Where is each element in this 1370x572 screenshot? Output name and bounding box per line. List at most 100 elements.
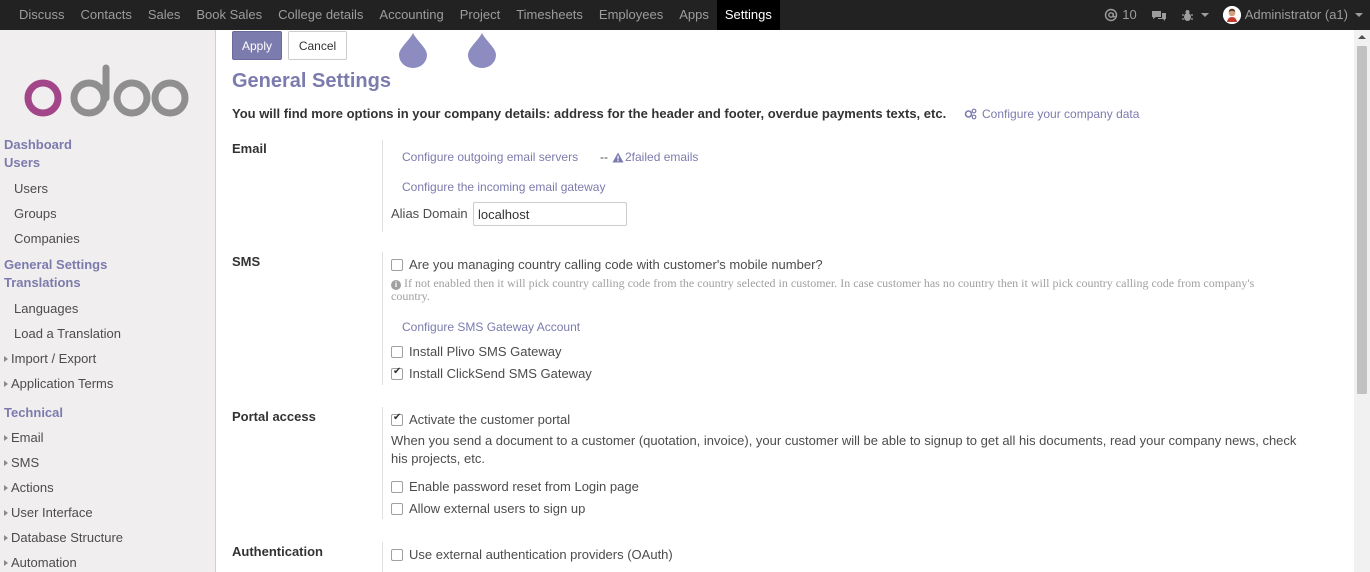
user-menu[interactable]: Administrator (a1) (1216, 0, 1370, 30)
warning-icon (612, 152, 624, 162)
scrollbar-thumb[interactable] (1357, 46, 1367, 394)
password-reset-label: Enable password reset from Login page (409, 479, 639, 494)
sidebar-section-technical[interactable]: Technical (0, 404, 215, 422)
portal-help: When you send a document to a customer (… (391, 433, 1297, 466)
bug-icon (1181, 9, 1193, 21)
vertical-scrollbar[interactable] (1354, 30, 1370, 572)
chevron-down-icon (1200, 13, 1209, 17)
caret-right-icon (4, 509, 8, 516)
avatar (1222, 6, 1241, 24)
incoming-gateway-link[interactable]: Configure the incoming email gateway (402, 180, 605, 194)
failed-emails-label: 2failed emails (625, 150, 699, 164)
mentions-button[interactable]: 10 (1097, 0, 1143, 30)
odoo-logo (24, 64, 189, 117)
alias-domain-label: Alias Domain (391, 206, 468, 221)
clicksend-option: Install ClickSend SMS Gateway (391, 366, 592, 381)
caret-right-icon (4, 559, 8, 566)
sidebar-item-automation[interactable]: Automation (0, 550, 215, 572)
sidebar-item-application-terms[interactable]: Application Terms (0, 371, 215, 396)
caret-right-icon (4, 434, 8, 441)
failed-emails-link[interactable]: 2failed emails (612, 150, 698, 164)
sidebar-item-users[interactable]: Users (0, 176, 215, 201)
portal-label: Activate the customer portal (409, 412, 571, 427)
comments-icon (1151, 10, 1166, 21)
outgoing-servers-link[interactable]: Configure outgoing email servers (402, 150, 578, 164)
sidebar-item-import-export[interactable]: Import / Export (0, 346, 215, 371)
nav-accounting[interactable]: Accounting (371, 0, 451, 30)
clicksend-label: Install ClickSend SMS Gateway (409, 366, 592, 381)
alias-domain-input[interactable] (473, 202, 627, 226)
user-name: Administrator (a1) (1244, 7, 1348, 22)
sidebar-item-email[interactable]: Email (0, 425, 215, 450)
configure-company-label: Configure your company data (982, 107, 1140, 121)
sidebar-item-label: SMS (11, 455, 40, 470)
caret-right-icon (4, 459, 8, 466)
sidebar-section-translations[interactable]: Translations (0, 274, 215, 292)
external-signup-label: Allow external users to sign up (409, 501, 586, 516)
systray: 10 Administrator (a1) (1097, 0, 1370, 30)
nav-college-details[interactable]: College details (270, 0, 371, 30)
password-reset-checkbox[interactable] (391, 480, 403, 493)
sms-gateway-link[interactable]: Configure SMS Gateway Account (402, 320, 580, 334)
nav-settings[interactable]: Settings (716, 0, 780, 30)
oauth-option: Use external authentication providers (O… (391, 547, 673, 562)
sidebar-item-general-settings[interactable]: General Settings (0, 256, 215, 274)
caret-right-icon (4, 355, 8, 362)
plivo-option: Install Plivo SMS Gateway (391, 344, 561, 359)
nav-sales[interactable]: Sales (140, 0, 189, 30)
configure-company-link[interactable]: Configure your company data (964, 107, 1139, 121)
email-section-label: Email (232, 141, 267, 156)
nav-book-sales[interactable]: Book Sales (188, 0, 270, 30)
nav-apps[interactable]: Apps (671, 0, 717, 30)
plivo-label: Install Plivo SMS Gateway (409, 344, 562, 359)
oauth-label: Use external authentication providers (O… (409, 547, 673, 562)
nav-project[interactable]: Project (452, 0, 508, 30)
mentions-count: 10 (1122, 7, 1137, 22)
loading-drop-icon (468, 33, 496, 68)
debug-menu[interactable] (1174, 0, 1216, 30)
cancel-button[interactable]: Cancel (288, 31, 347, 60)
sidebar-item-database-structure[interactable]: Database Structure (0, 525, 215, 550)
apply-button[interactable]: Apply (232, 31, 282, 60)
sidebar-item-sms[interactable]: SMS (0, 450, 215, 475)
calling-code-checkbox[interactable] (391, 258, 403, 271)
chat-button[interactable] (1144, 0, 1174, 30)
sidebar-item-groups[interactable]: Groups (0, 201, 215, 226)
sidebar-item-user-interface[interactable]: User Interface (0, 500, 215, 525)
separator: -- (600, 150, 608, 164)
divider (382, 542, 383, 572)
scroll-up-icon[interactable] (1358, 35, 1366, 39)
plivo-checkbox[interactable] (391, 345, 403, 358)
sidebar: Dashboard Users Users Groups Companies G… (0, 30, 216, 572)
caret-right-icon (4, 534, 8, 541)
divider (382, 140, 383, 232)
nav-discuss[interactable]: Discuss (11, 0, 73, 30)
caret-right-icon (4, 484, 8, 491)
sidebar-menu: Dashboard Users Users Groups Companies G… (0, 136, 215, 572)
oauth-checkbox[interactable] (391, 548, 403, 561)
sidebar-item-languages[interactable]: Languages (0, 296, 215, 321)
portal-checkbox[interactable] (391, 412, 403, 426)
app-menu: Discuss Contacts Sales Book Sales Colleg… (0, 0, 780, 30)
sidebar-item-label: Email (11, 430, 44, 445)
sidebar-item-dashboard[interactable]: Dashboard (0, 136, 215, 154)
sidebar-item-load-translation[interactable]: Load a Translation (0, 321, 215, 346)
chevron-down-icon (1355, 13, 1363, 17)
sidebar-section-users[interactable]: Users (0, 154, 215, 172)
settings-form: Apply Cancel General Settings You will f… (216, 30, 1354, 572)
sms-section-label: SMS (232, 254, 261, 269)
external-signup-option: Allow external users to sign up (391, 501, 585, 516)
intro-text: You will find more options in your compa… (232, 106, 947, 121)
nav-timesheets[interactable]: Timesheets (508, 0, 591, 30)
external-signup-checkbox[interactable] (391, 502, 403, 515)
gears-icon (964, 108, 977, 120)
sidebar-item-companies[interactable]: Companies (0, 226, 215, 251)
page-title: General Settings (232, 70, 391, 92)
portal-section-label: Portal access (232, 409, 316, 424)
clicksend-checkbox[interactable] (391, 366, 403, 380)
sidebar-item-label: User Interface (11, 505, 93, 520)
nav-contacts[interactable]: Contacts (73, 0, 140, 30)
sidebar-item-actions[interactable]: Actions (0, 475, 215, 500)
password-reset-option: Enable password reset from Login page (391, 479, 639, 494)
nav-employees[interactable]: Employees (591, 0, 671, 30)
